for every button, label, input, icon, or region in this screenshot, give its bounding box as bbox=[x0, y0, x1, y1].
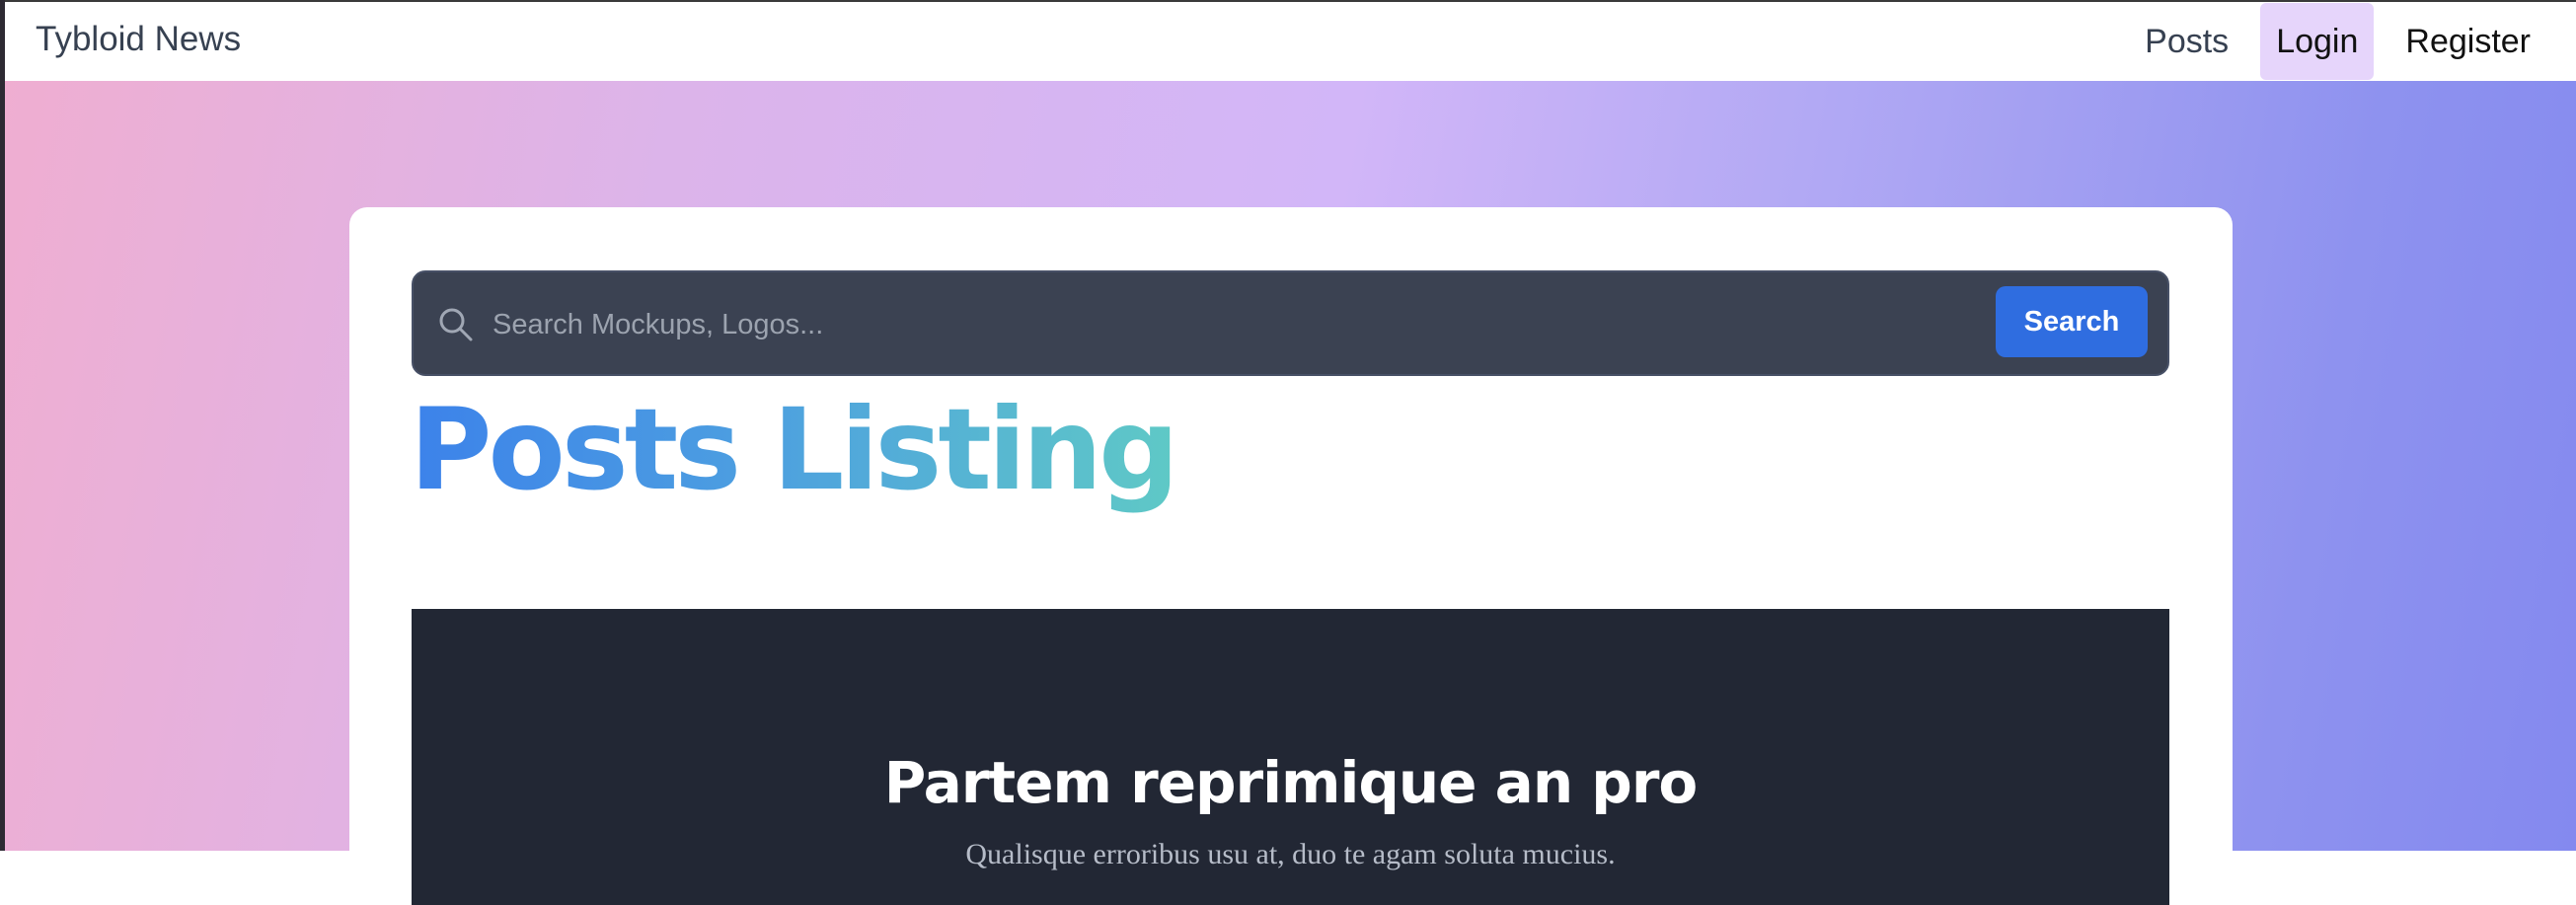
post-title: Partem reprimique an pro bbox=[883, 749, 1699, 816]
search-input[interactable] bbox=[491, 294, 1876, 355]
nav-links: Posts Login Register bbox=[2129, 2, 2576, 81]
post-card[interactable]: Partem reprimique an pro Qualisque error… bbox=[412, 609, 2169, 905]
post-subtitle: Qualisque erroribus usu at, duo te agam … bbox=[965, 838, 1616, 870]
search-button[interactable]: Search bbox=[1996, 286, 2148, 357]
hero-background: Search Posts Listing Partem reprimique a… bbox=[5, 81, 2576, 905]
page-title: Posts Listing bbox=[410, 381, 1179, 519]
top-navbar: Tybloid News Posts Login Register bbox=[5, 0, 2576, 81]
nav-link-register[interactable]: Register bbox=[2389, 3, 2546, 80]
nav-link-posts[interactable]: Posts bbox=[2129, 3, 2244, 80]
content-card: Search Posts Listing Partem reprimique a… bbox=[349, 207, 2233, 905]
search-icon bbox=[437, 306, 475, 343]
brand-link[interactable]: Tybloid News bbox=[36, 20, 241, 59]
nav-link-login[interactable]: Login bbox=[2260, 3, 2375, 80]
search-bar: Search bbox=[412, 270, 2169, 376]
